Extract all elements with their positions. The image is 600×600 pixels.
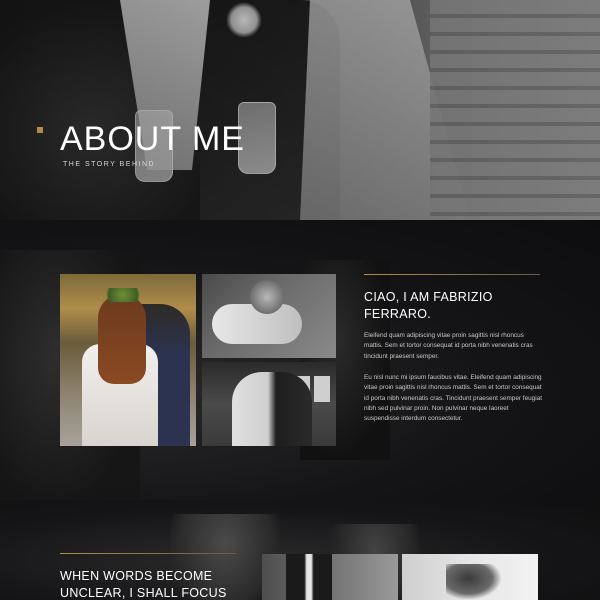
- window-pane: [314, 376, 330, 402]
- heading-divider: [60, 553, 236, 554]
- gallery-photo-groom[interactable]: [262, 554, 398, 600]
- about-paragraph: Eleifend quam adipiscing vitae proin sag…: [364, 332, 533, 360]
- flower-crown: [100, 288, 146, 302]
- page: ABOUT ME THE STORY BEHIND CIAO, I AM FAB…: [0, 0, 600, 600]
- gallery-photo-embrace[interactable]: [60, 274, 196, 446]
- bride-hair: [98, 294, 146, 384]
- heading-divider: [364, 274, 540, 275]
- hero-overlay: [0, 0, 600, 220]
- section-heading: WHEN WORDS BECOME UNCLEAR, I SHALL FOCUS: [60, 569, 227, 600]
- couple-figure: [232, 372, 312, 446]
- about-paragraph: Eu nisl nunc mi ipsum faucibus vitae. El…: [364, 374, 542, 423]
- hero-section: [0, 0, 600, 220]
- gallery-photo-kiss[interactable]: [402, 554, 538, 600]
- title-accent-square: [37, 127, 43, 133]
- couple-figure: [446, 564, 502, 600]
- tuxedo-figure: [286, 554, 332, 600]
- bride-head: [250, 280, 284, 314]
- page-subtitle: THE STORY BEHIND: [63, 161, 156, 168]
- gallery-photo-bride[interactable]: [202, 274, 336, 358]
- gallery-photo-couple[interactable]: [202, 362, 336, 446]
- about-heading: CIAO, I AM FABRIZIO FERRARO.: [364, 290, 493, 321]
- page-title: ABOUT ME: [60, 120, 245, 158]
